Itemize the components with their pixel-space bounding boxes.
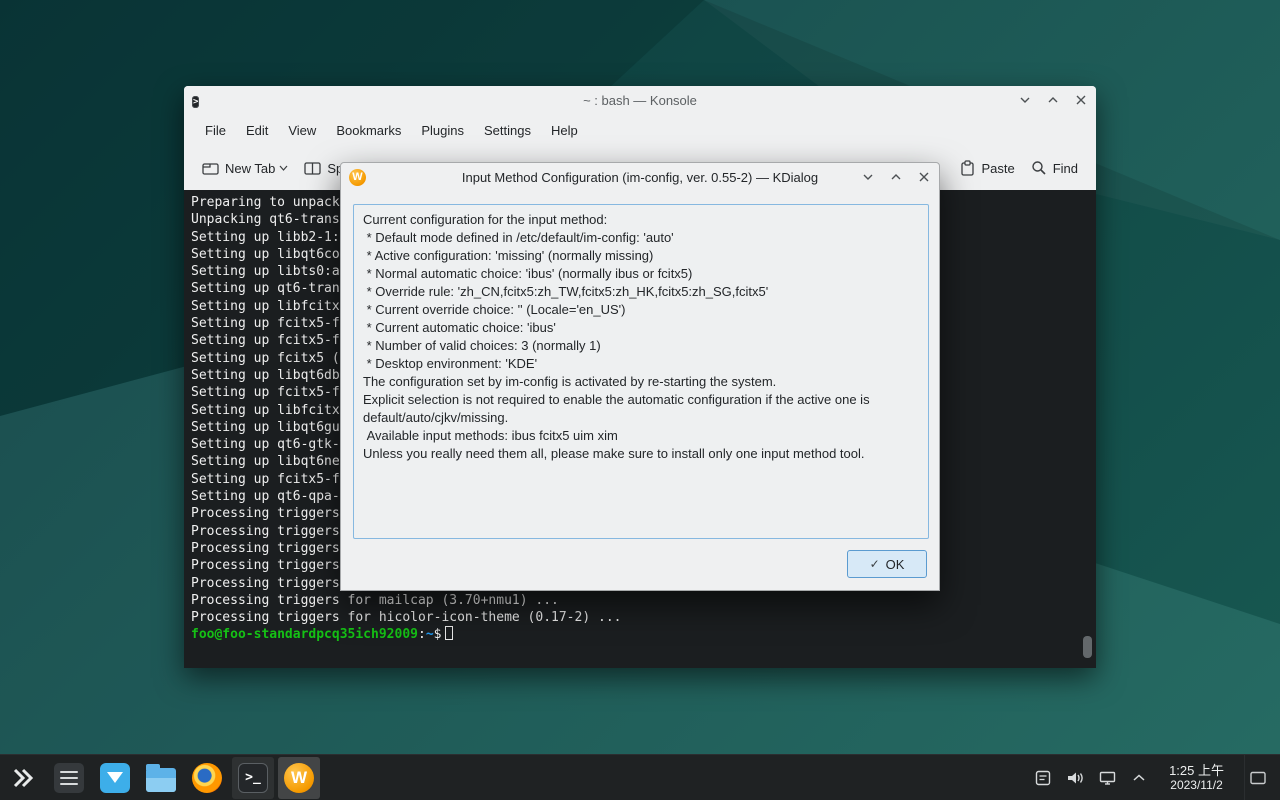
monitor-outline-icon [1249, 770, 1267, 786]
split-view-icon [304, 161, 321, 176]
dialog-message-line: * Current automatic choice: 'ibus' [363, 319, 919, 337]
menu-item[interactable]: Plugins [412, 119, 473, 142]
maximize-icon[interactable] [887, 168, 905, 186]
w-app-icon: W [284, 763, 314, 793]
taskbar: >_ W 1:25 上午 2023/11/2 [0, 754, 1280, 800]
menu-item[interactable]: Settings [475, 119, 540, 142]
check-icon: ✓ [870, 557, 880, 571]
terminal-line: Processing triggers for mailcap (3.70+nm… [191, 592, 1096, 609]
firefox-button[interactable] [186, 757, 228, 799]
menu-item[interactable]: Edit [237, 119, 277, 142]
konsole-titlebar[interactable]: > ~ : bash — Konsole [184, 86, 1096, 114]
firefox-icon [192, 763, 222, 793]
ok-button[interactable]: ✓ OK [847, 550, 927, 578]
dialog-message-line: Current configuration for the input meth… [363, 211, 919, 229]
prompt-user-host: foo@foo-standardpcq35ich92009 [191, 627, 418, 642]
konsole-icon: >_ [238, 763, 268, 793]
blue-app-icon [100, 763, 130, 793]
dialog-message-line: * Override rule: 'zh_CN,fcitx5:zh_TW,fci… [363, 283, 919, 301]
kdialog-titlebar[interactable]: W Input Method Configuration (im-config,… [341, 163, 939, 191]
menu-item[interactable]: File [196, 119, 235, 142]
new-tab-label: New Tab [225, 161, 275, 176]
ok-label: OK [886, 557, 905, 572]
notifications-icon[interactable] [1033, 768, 1053, 788]
new-tab-button[interactable]: New Tab [194, 155, 296, 182]
dialog-message-line: * Desktop environment: 'KDE' [363, 355, 919, 373]
magnifier-icon [1031, 160, 1047, 176]
menu-item[interactable]: Bookmarks [327, 119, 410, 142]
app-launcher-button[interactable] [2, 757, 44, 799]
minimize-icon[interactable] [1016, 91, 1034, 109]
task-manager-icon [54, 763, 84, 793]
chevron-down-icon [279, 164, 288, 172]
show-desktop-button[interactable] [1244, 755, 1270, 800]
display-icon[interactable] [1097, 768, 1117, 788]
minimize-icon[interactable] [859, 168, 877, 186]
dialog-message-line: Explicit selection is not required to en… [363, 391, 919, 427]
file-manager-button[interactable] [140, 757, 182, 799]
task-manager-button[interactable] [48, 757, 90, 799]
dialog-message-line: * Number of valid choices: 3 (normally 1… [363, 337, 919, 355]
clock-date: 2023/11/2 [1169, 778, 1224, 792]
konsole-window-title: ~ : bash — Konsole [184, 93, 1096, 108]
folder-icon [146, 768, 176, 792]
dialog-message-line: Unless you really need them all, please … [363, 445, 919, 463]
terminal-prompt: foo@foo-standardpcq35ich92009:~$ [191, 626, 1096, 643]
terminal-cursor [445, 626, 453, 640]
kdialog-title: Input Method Configuration (im-config, v… [341, 170, 939, 185]
desktop: > ~ : bash — Konsole FileEditViewBookmar… [0, 0, 1280, 800]
menu-item[interactable]: Help [542, 119, 587, 142]
clipboard-icon [960, 160, 975, 176]
system-tray: 1:25 上午 2023/11/2 [1033, 755, 1280, 800]
tray-expander-chevron-up-icon[interactable] [1129, 768, 1149, 788]
close-icon[interactable] [1072, 91, 1090, 109]
find-button[interactable]: Find [1023, 154, 1086, 182]
konsole-app-icon: > [192, 91, 199, 109]
prompt-path: ~ [426, 627, 434, 642]
paste-button[interactable]: Paste [952, 154, 1022, 182]
clock-time: 1:25 上午 [1169, 763, 1224, 778]
dialog-message-line: * Current override choice: '' (Locale='e… [363, 301, 919, 319]
menu-item[interactable]: View [279, 119, 325, 142]
dialog-message-line: * Active configuration: 'missing' (norma… [363, 247, 919, 265]
pinned-app-blue[interactable] [94, 757, 136, 799]
find-label: Find [1053, 161, 1078, 176]
konsole-task-button[interactable]: >_ [232, 757, 274, 799]
dialog-message-line: * Normal automatic choice: 'ibus' (norma… [363, 265, 919, 283]
tab-plus-icon [202, 161, 219, 176]
terminal-line: Processing triggers for hicolor-icon-the… [191, 609, 1096, 626]
maximize-icon[interactable] [1044, 91, 1062, 109]
kdialog-window: W Input Method Configuration (im-config,… [340, 162, 940, 591]
dialog-message-line: The configuration set by im-config is ac… [363, 373, 919, 391]
terminal-scrollbar[interactable] [1083, 636, 1092, 658]
dialog-message-line: * Default mode defined in /etc/default/i… [363, 229, 919, 247]
launcher-icon [10, 765, 36, 791]
close-icon[interactable] [915, 168, 933, 186]
digital-clock[interactable]: 1:25 上午 2023/11/2 [1161, 763, 1232, 792]
kdialog-task-button[interactable]: W [278, 757, 320, 799]
dialog-message-line: Available input methods: ibus fcitx5 uim… [363, 427, 919, 445]
volume-icon[interactable] [1065, 768, 1085, 788]
konsole-menubar: FileEditViewBookmarksPluginsSettingsHelp [184, 114, 1096, 146]
paste-label: Paste [981, 161, 1014, 176]
dialog-message-box: Current configuration for the input meth… [353, 204, 929, 539]
